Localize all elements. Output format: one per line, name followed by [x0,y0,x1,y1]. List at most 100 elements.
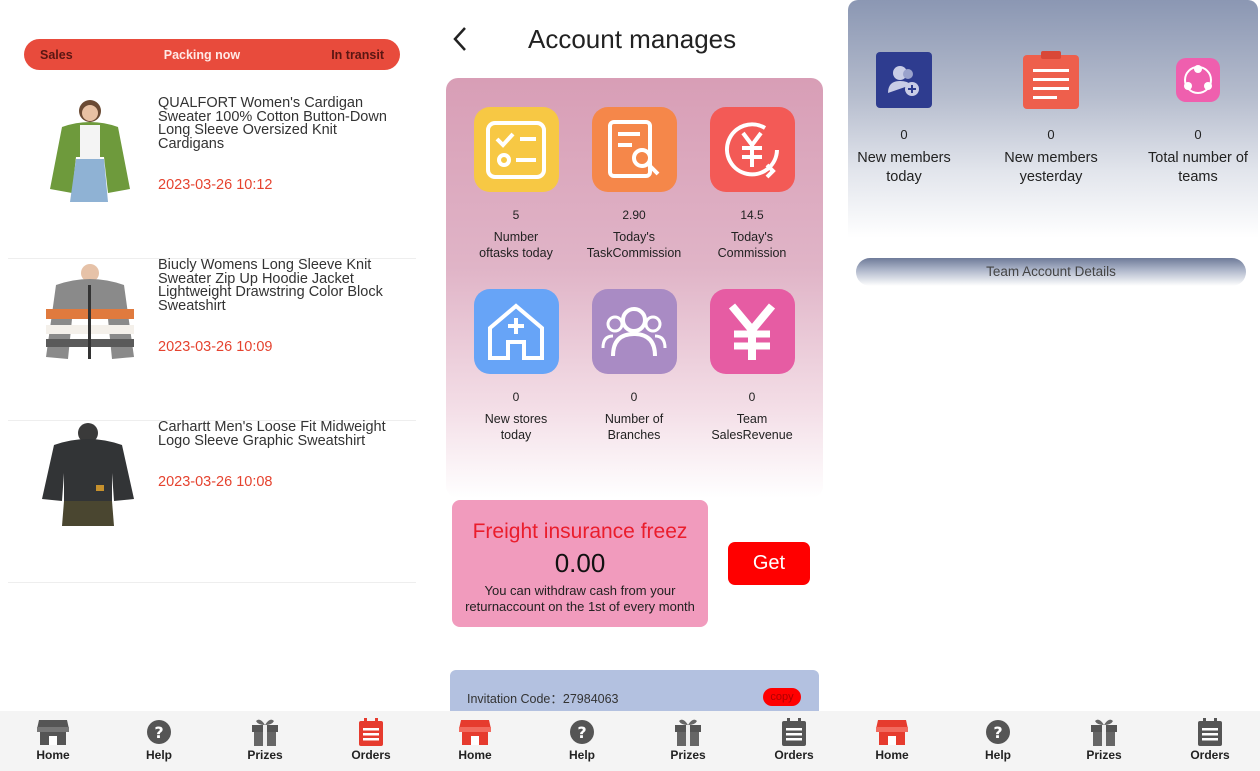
stat-team-sales-revenue: 0 Team SalesRevenue [693,289,811,443]
nav-prizes[interactable]: Prizes [653,717,723,762]
stat-commission: 14.5 Today's Commission [693,107,811,261]
nav-orders[interactable]: Orders [759,717,829,762]
product-image [34,259,142,364]
checklist-icon [473,107,559,192]
clipboard-icon [1023,51,1079,109]
stat-value: 14.5 [740,208,764,222]
users-icon [591,289,677,374]
nav-orders[interactable]: Orders [336,717,406,762]
stat-value: 0 [1047,127,1055,142]
stat-branches: 0 Number of Branches [575,289,693,443]
stats-card: 5 Number oftasks today 2.90 Today's TaskCo… [446,78,823,498]
store-icon [36,717,70,747]
nav-home[interactable]: Home [857,717,927,762]
stat-tasks-today: 5 Number oftasks today [457,107,575,261]
svg-text:?: ? [993,723,1002,742]
orders-icon [777,717,811,747]
orders-icon [354,717,388,747]
nav-home[interactable]: Home [440,717,510,762]
help-icon: ? [981,717,1015,747]
product-image [34,97,142,202]
nav-help[interactable]: ? Help [963,717,1033,762]
order-title: Biucly Womens Long Sleeve Knit Sweater Z… [158,257,383,314]
order-time: 2023-03-26 10:08 [158,474,273,490]
stat-label: Total number of teams [1148,150,1248,185]
nav-label: Home [36,748,70,762]
document-search-icon [591,107,677,192]
gift-icon [1087,717,1121,747]
nav-label: Prizes [1086,748,1122,762]
share-icon [1170,52,1226,108]
nav-help[interactable]: ? Help [547,717,617,762]
yuan-icon [709,289,795,374]
tab-sales[interactable]: Sales [40,48,73,62]
nav-orders[interactable]: Orders [1175,717,1245,762]
bottom-nav: Home ? Help Prizes Orders [0,711,424,771]
nav-label: Orders [774,748,814,762]
stat-label: Team SalesRevenue [711,412,793,442]
team-account-details-button[interactable]: Team Account Details [856,258,1246,286]
nav-prizes[interactable]: Prizes [230,717,300,762]
stat-value: 0 [512,390,520,404]
account-panel: Account manages 5 Number oftasks today 2.… [424,0,848,771]
stat-label: New stores today [484,412,548,442]
team-stats-header: 0 New members today 0 New members yesterda… [848,0,1258,238]
nav-label: Help [568,748,595,762]
order-title: Carhartt Men's Loose Fit Midweight Logo … [158,419,386,449]
freight-description: You can withdraw cash from your returnac… [465,583,695,614]
store-icon [875,717,909,747]
get-button[interactable]: Get [728,542,810,585]
order-time: 2023-03-26 10:12 [158,177,273,193]
freight-insurance-card: Freight insurance freez 0.00 You can wit… [452,500,708,627]
tab-packing-now[interactable]: Packing now [164,48,240,62]
stat-new-stores: 0 New stores today [457,289,575,443]
stat-label: Today's TaskCommission [586,230,682,260]
freight-title: Freight insurance freez [472,520,688,543]
svg-text:?: ? [154,723,163,742]
order-item[interactable]: Carhartt Men's Loose Fit Midweight Logo … [8,419,416,583]
bottom-nav: Home ? Help Prizes Orders [848,711,1260,771]
back-arrow-icon[interactable] [452,26,468,52]
gift-icon [671,717,705,747]
stat-label: Number of Branches [604,412,664,442]
stat-new-members-yesterday: 0 New members yesterday [991,51,1111,187]
help-icon: ? [565,717,599,747]
invitation-code: Invitation Code：27984063 [467,692,619,706]
product-image [34,421,142,526]
store-icon [458,717,492,747]
house-plus-icon [473,289,559,374]
bottom-nav: Home ? Help Prizes Orders [424,711,848,771]
stat-task-commission: 2.90 Today's TaskCommission [575,107,693,261]
stat-label: New members today [857,150,951,185]
stat-value: 5 [512,208,520,222]
nav-label: Help [145,748,172,762]
order-title: QUALFORT Women's Cardigan Sweater 100% C… [158,95,387,152]
stat-value: 2.90 [622,208,646,222]
stat-value: 0 [1194,127,1202,142]
copy-button[interactable]: copy [763,688,801,706]
nav-label: Orders [1190,748,1230,762]
nav-label: Home [875,748,909,762]
nav-label: Orders [351,748,391,762]
stat-label: Today's Commission [717,230,787,260]
nav-label: Prizes [670,748,706,762]
nav-help[interactable]: ? Help [124,717,194,762]
stat-label: Number oftasks today [479,230,553,260]
freight-value: 0.00 [554,548,606,578]
nav-home[interactable]: Home [18,717,88,762]
order-item[interactable]: QUALFORT Women's Cardigan Sweater 100% C… [8,95,416,259]
page-title: Account manages [528,24,737,54]
help-icon: ? [142,717,176,747]
stat-label: New members yesterday [1004,150,1098,185]
nav-prizes[interactable]: Prizes [1069,717,1139,762]
nav-label: Home [458,748,492,762]
stat-value: 0 [900,127,908,142]
stat-value: 0 [630,390,638,404]
gift-icon [248,717,282,747]
order-status-tabs: Sales Packing now In transit [24,39,400,70]
tab-in-transit[interactable]: In transit [331,48,384,62]
orders-panel: Sales Packing now In transit QUALFORT Wo… [0,0,424,771]
order-item[interactable]: Biucly Womens Long Sleeve Knit Sweater Z… [8,257,416,421]
nav-label: Prizes [247,748,283,762]
stat-new-members-today: 0 New members today [848,52,964,187]
